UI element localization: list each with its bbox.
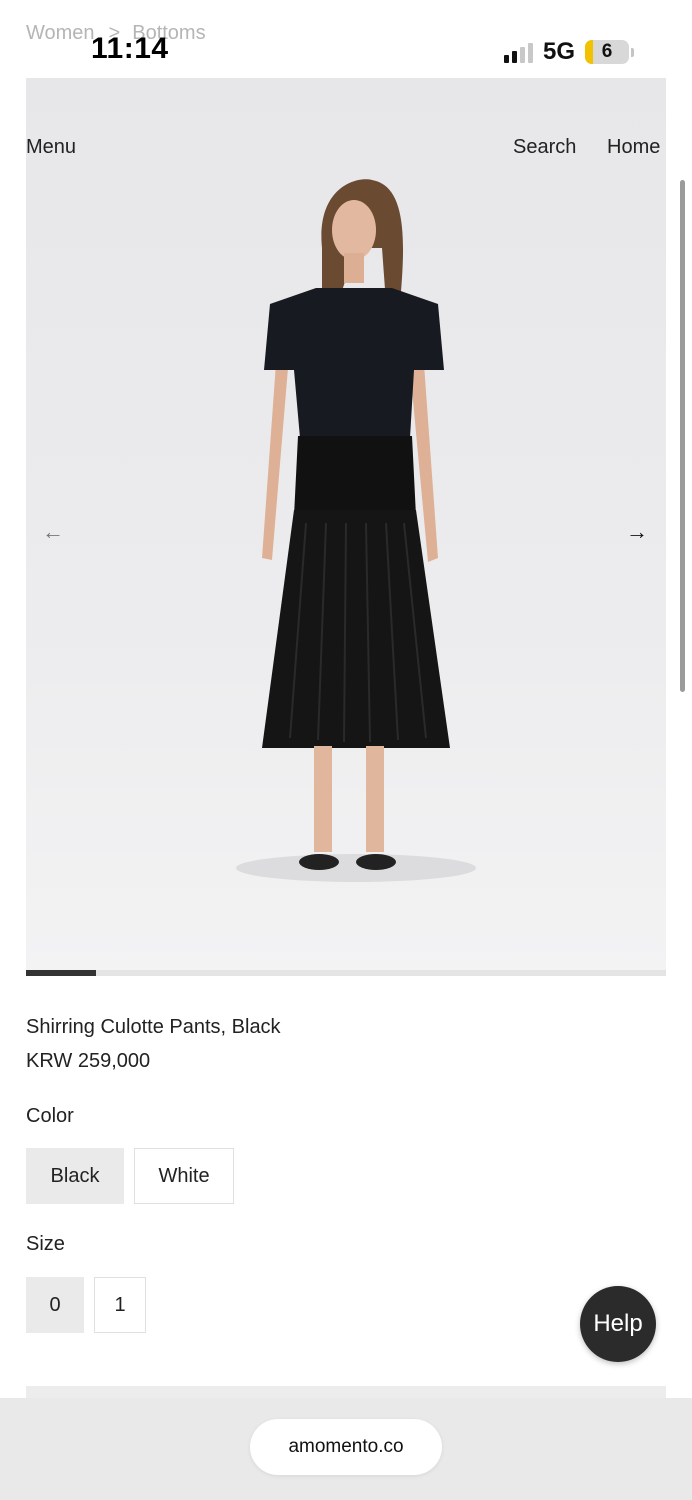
menu-link[interactable]: Menu bbox=[26, 136, 76, 159]
battery-level: 6 bbox=[601, 41, 613, 62]
size-label: Size bbox=[26, 1233, 65, 1255]
size-option-0[interactable]: 0 bbox=[26, 1277, 84, 1333]
product-gallery[interactable]: Menu Search Home ← → bbox=[26, 78, 666, 976]
size-option-1[interactable]: 1 bbox=[94, 1277, 146, 1333]
arrow-right-icon[interactable]: → bbox=[626, 519, 648, 545]
gallery-progress bbox=[26, 970, 666, 976]
battery-icon: 6 bbox=[585, 40, 629, 64]
color-label: Color bbox=[26, 1105, 74, 1127]
product-name: Shirring Culotte Pants, Black bbox=[26, 1016, 281, 1038]
help-button[interactable]: Help bbox=[580, 1286, 656, 1362]
product-price: KRW 259,000 bbox=[26, 1050, 151, 1072]
page-scrollbar[interactable] bbox=[680, 180, 685, 692]
status-time: 11:14 bbox=[91, 32, 169, 65]
breadcrumb-item-women[interactable]: Women bbox=[26, 22, 95, 44]
gallery-progress-fill bbox=[26, 970, 97, 976]
arrow-left-icon[interactable]: ← bbox=[42, 519, 64, 545]
home-link[interactable]: Home bbox=[607, 136, 660, 159]
url-bar[interactable]: amomento.co bbox=[250, 1419, 442, 1475]
product-photo bbox=[236, 179, 476, 882]
signal-icon bbox=[503, 41, 533, 63]
color-option-white[interactable]: White bbox=[134, 1148, 234, 1204]
network-type: 5G bbox=[542, 38, 575, 65]
search-link[interactable]: Search bbox=[513, 136, 576, 159]
color-option-black[interactable]: Black bbox=[26, 1148, 124, 1204]
status-indicators: 5G 6 bbox=[503, 38, 634, 66]
